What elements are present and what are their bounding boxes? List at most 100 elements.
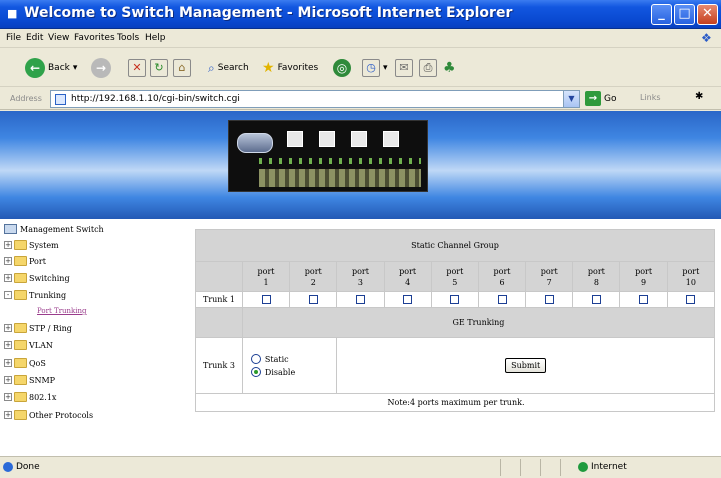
expand-icon[interactable]: + [4, 241, 12, 249]
page-content: Management Switch + System + Port + Swit… [0, 111, 721, 456]
radio-static[interactable] [250, 354, 261, 364]
port-word: port [399, 266, 417, 276]
sidebar-item-8021x[interactable]: + 802.1x [4, 392, 56, 402]
trunk1-port1-checkbox[interactable] [261, 295, 271, 305]
empty-header-cell [195, 307, 243, 338]
sidebar-item-trunking[interactable]: - Trunking [4, 290, 66, 300]
zone-label: Internet [591, 462, 627, 472]
status-text: Done [16, 462, 40, 472]
port-word: port [351, 266, 369, 276]
windows-logo-icon: ❖ [701, 31, 712, 45]
go-button[interactable]: → Go [585, 91, 616, 106]
menu-help[interactable]: Help [145, 33, 166, 43]
back-button[interactable]: ← Back ▾ [25, 57, 77, 79]
address-dropdown-icon[interactable]: ▼ [563, 91, 579, 107]
submit-button[interactable]: Submit [505, 358, 547, 373]
home-button[interactable]: ⌂ [173, 57, 191, 79]
radio-static-label: Static [264, 354, 289, 364]
sidebar-link-port-trunking[interactable]: Port Trunking [37, 307, 87, 315]
port-number: 6 [499, 277, 505, 287]
expand-icon[interactable]: + [4, 274, 12, 282]
sidebar-item-label: SNMP [29, 375, 56, 385]
expand-icon[interactable]: + [4, 411, 12, 419]
menu-view[interactable]: View [48, 33, 69, 43]
trunk1-label: Trunk 1 [195, 291, 243, 308]
radio-disable-option[interactable]: Disable [250, 367, 336, 377]
trunking-table: Static Channel Group port 1 port 2 port 3 p… [195, 229, 716, 412]
port-header-1: port 1 [241, 261, 291, 292]
port-leds [259, 158, 421, 164]
expand-icon[interactable]: + [4, 376, 12, 384]
trunk3-mode-cell: Static Disable [241, 337, 338, 394]
address-input[interactable]: http://192.168.1.10/cgi-bin/switch.cgi ▼ [50, 90, 580, 108]
sidebar-tree: Management Switch + System + Port + Swit… [0, 219, 190, 456]
trunk1-port9-checkbox[interactable] [639, 295, 649, 305]
port-word: port [493, 266, 511, 276]
media-button[interactable]: ◎ [333, 57, 351, 79]
trunk1-port8-checkbox[interactable] [591, 295, 601, 305]
maximize-button[interactable]: □ [674, 4, 695, 25]
folder-icon [14, 375, 27, 385]
trunk3-row: Trunk 3 Static Disable Submit [195, 337, 715, 394]
sidebar-item-label: STP / Ring [29, 323, 72, 333]
trunk1-port2-checkbox[interactable] [308, 295, 318, 305]
sidebar-item-port[interactable]: + Port [4, 256, 46, 266]
back-arrow-icon: ← [25, 58, 45, 78]
port-word: port [635, 266, 653, 276]
tree-root[interactable]: Management Switch [4, 224, 104, 234]
expand-icon[interactable]: + [4, 393, 12, 401]
menu-edit[interactable]: Edit [26, 33, 43, 43]
favorites-button[interactable]: ★ Favorites [262, 57, 318, 79]
gbic-slot-icon [287, 131, 303, 147]
sidebar-item-snmp[interactable]: + SNMP [4, 375, 55, 385]
radio-disable[interactable] [250, 367, 261, 377]
search-button[interactable]: ⌕ Search [208, 57, 249, 79]
menu-bar: File Edit View Favorites Tools Help ❖ [0, 30, 721, 48]
trunk1-port5-checkbox[interactable] [450, 295, 460, 305]
mail-button[interactable]: ✉ [395, 57, 413, 79]
expand-icon[interactable]: + [4, 341, 12, 349]
history-button[interactable]: ◷ ▾ [362, 57, 388, 79]
refresh-button[interactable]: ↻ [150, 57, 168, 79]
sidebar-item-other-protocols[interactable]: + Other Protocols [4, 410, 93, 420]
search-icon: ⌕ [208, 60, 215, 75]
close-button[interactable]: ✕ [697, 4, 718, 25]
stop-button[interactable]: ✕ [128, 57, 146, 79]
status-done: Done [3, 462, 40, 472]
sidebar-item-label: Port [29, 256, 46, 266]
folder-icon [14, 340, 27, 350]
menu-tools[interactable]: Tools [117, 33, 139, 43]
trunk1-port4-checkbox[interactable] [403, 295, 413, 305]
radio-static-option[interactable]: Static [250, 354, 336, 364]
messenger-button[interactable]: ♣ [443, 57, 456, 79]
trunk1-port3-checkbox[interactable] [355, 295, 365, 305]
forward-button[interactable]: → [91, 57, 111, 79]
trunk1-port6-checkbox[interactable] [497, 295, 507, 305]
port-header-2: port 2 [289, 261, 338, 292]
expand-icon[interactable]: + [4, 257, 12, 265]
expand-icon[interactable]: + [4, 359, 12, 367]
minimize-button[interactable]: _ [651, 4, 672, 25]
switch-front-panel-image [228, 120, 428, 192]
sidebar-item-qos[interactable]: + QoS [4, 358, 46, 368]
expand-icon[interactable]: + [4, 324, 12, 332]
port-word: port [682, 266, 700, 276]
collapse-icon[interactable]: - [4, 291, 12, 299]
folder-icon [14, 256, 27, 266]
port-header-5: port 5 [430, 261, 479, 292]
links-button[interactable]: Links [640, 93, 661, 102]
window-title: Welcome to Switch Management - Microsoft… [24, 5, 513, 21]
trunk1-port7-checkbox[interactable] [544, 295, 554, 305]
gbic-slot-icon [383, 131, 399, 147]
sidebar-item-system[interactable]: + System [4, 240, 59, 250]
menu-file[interactable]: File [6, 33, 21, 43]
ge-trunking-title: GE Trunking [241, 307, 716, 338]
sidebar-item-vlan[interactable]: + VLAN [4, 340, 53, 350]
trunk1-port10-checkbox[interactable] [686, 295, 696, 305]
extensions-icon[interactable]: ✱ [695, 91, 703, 102]
sidebar-item-switching[interactable]: + Switching [4, 273, 70, 283]
sidebar-item-stp-ring[interactable]: + STP / Ring [4, 323, 72, 333]
print-button[interactable]: ⎙ [419, 57, 437, 79]
menu-favorites[interactable]: Favorites [74, 33, 115, 43]
port-header-3: port 3 [336, 261, 385, 292]
